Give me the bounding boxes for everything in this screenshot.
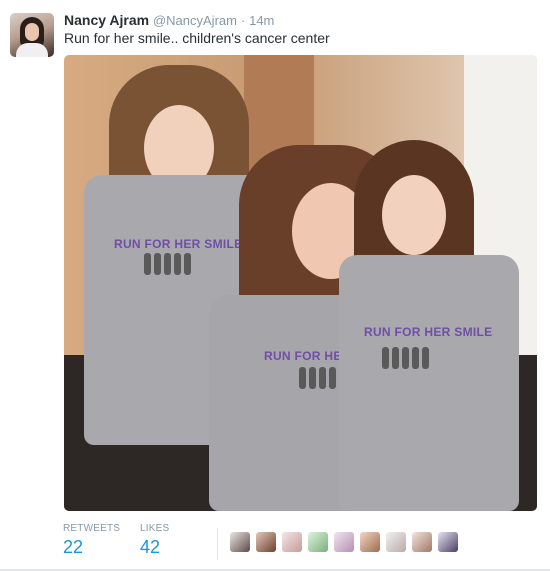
retweets-count[interactable]: 22 [63, 537, 133, 558]
likes-stat[interactable]: LIKES 42 [140, 523, 210, 558]
tweet-header: Nancy Ajram @NancyAjram · 14m [64, 12, 274, 28]
avatar-icon[interactable] [386, 532, 406, 552]
shirt-print-right: RUN FOR HER SMILE [364, 325, 493, 339]
author-handle[interactable]: @NancyAjram [153, 13, 237, 28]
shirt-figures-left [144, 253, 199, 275]
avatar-body [16, 43, 48, 57]
tweet-card: Nancy Ajram @NancyAjram · 14m Run for he… [0, 0, 550, 571]
likers-row [230, 532, 458, 552]
retweets-stat[interactable]: RETWEETS 22 [63, 523, 133, 558]
avatar-icon[interactable] [334, 532, 354, 552]
avatar-icon[interactable] [256, 532, 276, 552]
stats-divider [217, 528, 218, 560]
author-avatar[interactable] [10, 13, 54, 57]
shirt-print-left: RUN FOR HER SMILE [114, 237, 243, 251]
avatar-face [25, 23, 39, 41]
avatar-icon[interactable] [412, 532, 432, 552]
likes-label: LIKES [140, 523, 170, 534]
tweet-text: Run for her smile.. children's cancer ce… [64, 30, 330, 46]
shirt-figures-right [382, 347, 437, 369]
avatar-icon[interactable] [282, 532, 302, 552]
avatar-icon[interactable] [360, 532, 380, 552]
header-separator: · [240, 13, 246, 28]
likes-count[interactable]: 42 [140, 537, 210, 558]
avatar-icon[interactable] [230, 532, 250, 552]
author-name[interactable]: Nancy Ajram [64, 12, 149, 28]
avatar-icon[interactable] [438, 532, 458, 552]
tweet-photo[interactable]: RUN FOR HER SMILE RUN FOR HER SMILE RUN … [64, 55, 537, 511]
avatar-icon[interactable] [308, 532, 328, 552]
retweets-label: RETWEETS [63, 523, 121, 534]
tweet-timestamp[interactable]: 14m [249, 13, 274, 28]
